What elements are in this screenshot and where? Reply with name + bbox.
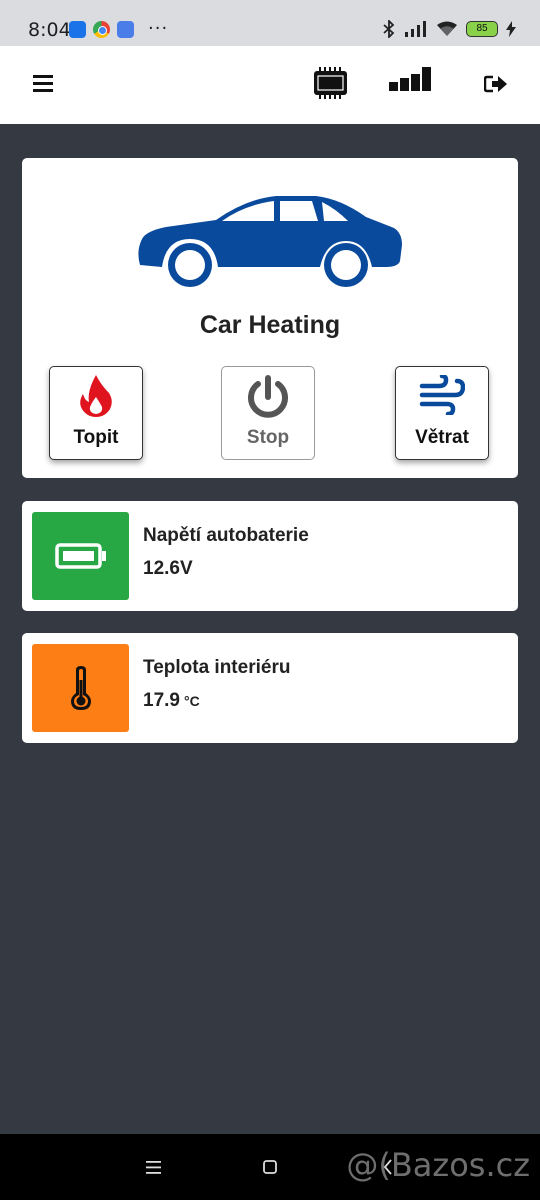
bluetooth-icon <box>383 20 395 38</box>
app-header <box>0 46 540 124</box>
interior-temperature-card: Teplota interiéru 17.9 °C <box>22 633 518 743</box>
battery-icon: 85 <box>466 21 498 37</box>
recents-icon[interactable] <box>146 1161 161 1174</box>
app-notification-icon <box>117 21 134 38</box>
heat-button[interactable]: Topit <box>49 366 143 460</box>
fire-icon <box>80 375 112 417</box>
charging-icon <box>506 21 516 37</box>
temperature-tile <box>32 644 129 732</box>
interior-temperature-label: Teplota interiéru <box>143 657 291 678</box>
watermark: @(Bazos.cz <box>346 1146 530 1184</box>
battery-tile <box>32 512 129 600</box>
home-icon[interactable] <box>263 1160 277 1174</box>
signal-strength-icon[interactable] <box>389 67 441 91</box>
heat-button-label: Topit <box>73 427 119 448</box>
ventilate-button-label: Větrat <box>415 427 469 448</box>
logout-icon[interactable] <box>484 75 508 93</box>
ventilate-button[interactable]: Větrat <box>395 366 489 460</box>
wind-icon <box>419 375 465 415</box>
more-notifications-icon: ··· <box>148 18 169 39</box>
notification-icons <box>69 21 134 38</box>
battery-voltage-value: 12.6V <box>143 558 193 579</box>
menu-icon[interactable] <box>33 75 53 92</box>
stop-button[interactable]: Stop <box>221 366 315 460</box>
battery-voltage-label: Napětí autobaterie <box>143 525 309 546</box>
chip-icon[interactable] <box>313 67 348 99</box>
interior-temperature-value: 17.9 °C <box>143 690 200 711</box>
navigation-bar: @(Bazos.cz <box>0 1134 540 1200</box>
battery-icon <box>54 543 106 569</box>
status-time: 8:04 <box>28 19 71 41</box>
system-icons: 85 <box>382 20 516 38</box>
power-icon <box>248 375 288 418</box>
chrome-icon <box>93 21 110 38</box>
thermometer-icon <box>70 666 91 710</box>
chat-notification-icon <box>69 21 86 38</box>
car-icon <box>138 196 402 287</box>
battery-voltage-card: Napětí autobaterie 12.6V <box>22 501 518 611</box>
status-bar: 8:04 ··· 85 <box>0 0 540 46</box>
temperature-unit: °C <box>183 693 200 709</box>
wifi-icon <box>437 21 457 36</box>
page-title: Car Heating <box>199 311 341 339</box>
signal-icon <box>405 21 426 37</box>
stop-button-label: Stop <box>246 427 290 448</box>
